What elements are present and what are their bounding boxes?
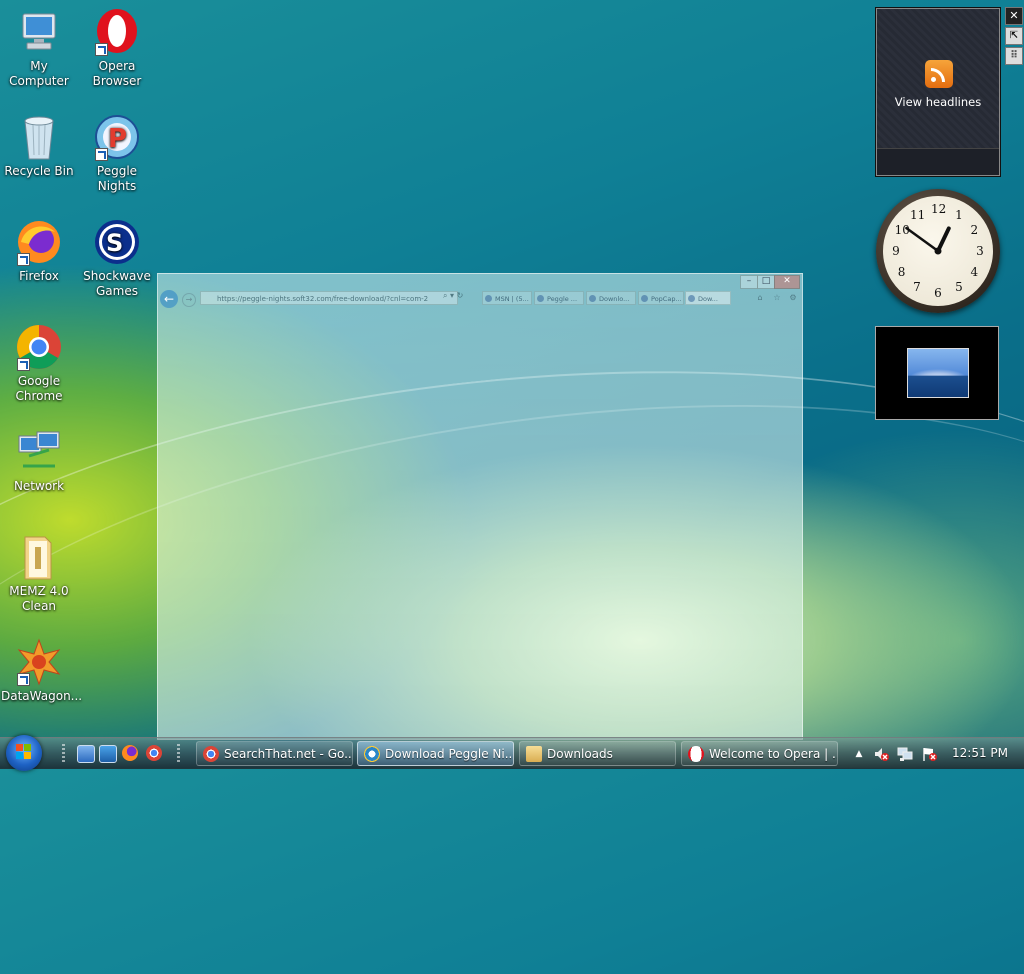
desktop-icon-label: Peggle Nights [96,164,138,193]
minimize-button[interactable]: – [740,275,758,289]
browser-tab-active[interactable]: Dow... [685,291,731,305]
chrome-icon [15,323,63,371]
clock-hour-hand [936,226,951,253]
svg-text:P: P [108,124,127,154]
favorites-icon[interactable]: ☆ [772,293,782,303]
desktop-icon-label: DataWagon... [1,689,83,703]
desktop-icon-label: Recycle Bin [4,164,74,178]
clock-gadget[interactable]: 12 1 2 3 4 5 6 7 8 9 10 11 [876,189,1000,313]
taskbar-grip[interactable] [177,744,180,764]
desktop-icon-google-chrome[interactable]: Google Chrome [1,323,77,404]
browser-tab[interactable]: Peggle ... [534,291,584,305]
taskbar-grip[interactable] [62,744,65,764]
settings-icon[interactable]: ⚙ [788,293,798,303]
desktop-icon-shockwave[interactable]: S Shockwave Games [79,218,155,299]
photo-icon [907,348,969,398]
gadget-drag-icon[interactable]: ⠿ [1005,47,1023,65]
browser-window[interactable]: – □ ✕ ← → https://peggle-nights.soft32.c… [157,273,803,740]
taskbar-item-downloads[interactable]: Downloads [519,741,676,766]
folder-icon [15,533,63,581]
browser-tab[interactable]: Downlo... [586,291,636,305]
network-icon [15,428,63,476]
ie-icon [364,746,380,762]
taskbar: SearchThat.net - Go... Download Peggle N… [0,735,1024,771]
chrome-icon [203,746,219,762]
taskbar-item-download-peggle[interactable]: Download Peggle Ni... [357,741,514,766]
browser-titlebar[interactable]: – □ ✕ [158,274,802,289]
desktop-icon-recycle-bin[interactable]: Recycle Bin [1,113,77,179]
home-icon[interactable]: ⌂ [755,293,765,303]
shortcut-arrow-icon [95,43,108,56]
desktop-icon-peggle-nights[interactable]: P Peggle Nights [79,113,155,194]
recycle-bin-icon [15,113,63,161]
desktop-icon-opera[interactable]: Opera Browser [79,8,155,89]
taskbar-item-opera[interactable]: Welcome to Opera | ... [681,741,838,766]
datawagon-icon [15,638,63,686]
shortcut-arrow-icon [95,148,108,161]
desktop-icon-label: Network [13,479,65,493]
desktop-icon-label: Firefox [19,269,59,283]
shortcut-arrow-icon [17,253,30,266]
svg-text:S: S [106,229,123,257]
taskbar-item-label: Downloads [547,747,613,761]
clock-minute-hand [905,226,940,253]
browser-navbar: ← → https://peggle-nights.soft32.com/fre… [158,288,802,308]
browser-tab[interactable]: MSN | (5... [482,291,532,305]
feed-footer [877,148,999,175]
desktop-icon-datawagon[interactable]: DataWagon... [1,638,83,704]
clock-hands [905,226,951,255]
gadget-close-icon[interactable]: ✕ [1005,7,1023,25]
maximize-button[interactable]: □ [757,275,775,289]
desktop-icon-label: MEMZ 4.0 Clean [9,584,69,613]
address-bar[interactable]: https://peggle-nights.soft32.com/free-do… [200,291,458,305]
shortcut-arrow-icon [17,673,30,686]
taskbar-item-label: Download Peggle Ni... [385,747,514,761]
opera-icon [688,746,704,762]
system-clock[interactable]: 12:51 PM [952,738,1008,769]
show-hidden-icons-button[interactable]: ▲ [851,746,867,762]
shockwave-icon: S [93,218,141,266]
computer-icon [15,8,63,56]
opera-icon [93,8,141,56]
back-button[interactable]: ← [160,290,178,308]
taskbar-item-label: Welcome to Opera | ... [709,747,838,761]
clock-face: 12 1 2 3 4 5 6 7 8 9 10 11 [883,196,993,306]
desktop-icon-firefox[interactable]: Firefox [1,218,77,284]
windows-logo-icon [16,744,32,760]
volume-muted-icon[interactable] [873,746,889,762]
close-button[interactable]: ✕ [774,275,800,289]
show-desktop-icon[interactable] [77,745,95,763]
taskbar-item-searchthat[interactable]: SearchThat.net - Go... [196,741,353,766]
forward-button[interactable]: → [182,293,196,307]
browser-tab[interactable]: PopCap... [638,291,684,305]
desktop-icon-memz[interactable]: MEMZ 4.0 Clean [1,533,77,614]
chrome-icon[interactable] [146,745,162,761]
slideshow-gadget[interactable] [875,326,999,420]
firefox-icon [15,218,63,266]
desktop-icon-label: Shockwave Games [83,269,151,298]
desktop-icon-my-computer[interactable]: My Computer [1,8,77,89]
peggle-icon: P [93,113,141,161]
gadget-dock-icon[interactable]: ⇱ [1005,27,1023,45]
desktop-icon-network[interactable]: Network [1,428,77,494]
desktop-icon-label: Google Chrome [15,374,63,403]
desktop-icon-label: My Computer [9,59,69,88]
feed-headlines-gadget[interactable]: View headlines [876,8,1000,176]
address-bar-actions[interactable]: ⌕ ▾ ↻ [443,291,463,301]
network-icon[interactable] [897,746,913,762]
start-button[interactable] [6,735,42,771]
switch-windows-icon[interactable] [99,745,117,763]
folder-icon [526,746,542,762]
action-center-icon[interactable] [921,746,937,762]
shortcut-arrow-icon [17,358,30,371]
desktop-icon-label: Opera Browser [92,59,142,88]
firefox-icon[interactable] [122,745,138,761]
view-headlines-link[interactable]: View headlines [877,95,999,109]
taskbar-item-label: SearchThat.net - Go... [224,747,353,761]
rss-icon [925,60,953,88]
